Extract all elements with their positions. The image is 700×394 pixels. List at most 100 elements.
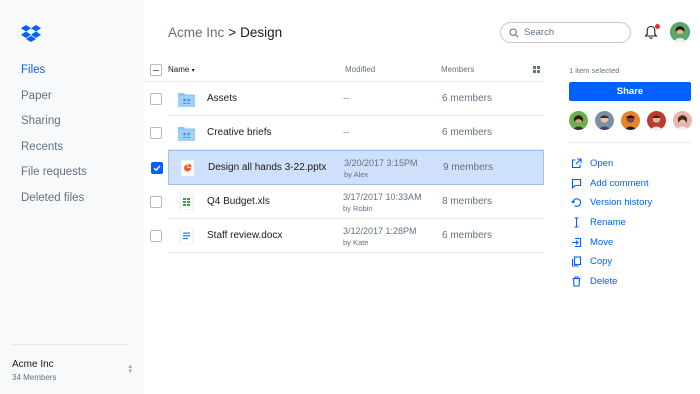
file-modified-by: by Robin [343,203,373,213]
file-name[interactable]: Creative briefs [207,127,271,138]
action-move-label: Move [590,236,614,248]
file-modified-by: by Alex [344,170,369,180]
member-avatar[interactable] [595,111,614,130]
file-modified: -- [343,127,349,137]
file-modified: 3/17/2017 10:33AM by Robin [343,192,422,213]
checkmark-icon [153,165,161,172]
file-members: 6 members [442,229,493,241]
search-box[interactable] [500,22,631,43]
row-checkbox-checked[interactable] [151,162,163,175]
member-avatars [569,111,692,130]
column-header-name[interactable]: Name ▾ [168,65,195,74]
file-modified-by: by Kate [343,237,369,247]
team-member-count: 34 Members [12,373,57,382]
row-checkbox[interactable] [150,195,162,208]
open-external-icon [571,158,582,169]
team-name: Acme Inc [12,359,54,370]
file-name[interactable]: Staff review.docx [207,230,282,241]
file-list: Name ▾ Modified Members Assets -- 6 memb… [144,58,544,253]
file-modified-date: -- [343,127,349,138]
action-open[interactable]: Open [571,154,652,174]
file-name[interactable]: Assets [207,93,237,104]
selection-count: 1 item selected [569,66,620,75]
action-add-comment-label: Add comment [590,177,649,189]
breadcrumb-separator: > [228,25,237,40]
search-input[interactable] [524,27,624,38]
file-modified-date: 3/12/2017 1:28PM [343,225,417,236]
sidebar-divider [12,344,128,345]
file-modified-date: 3/20/2017 3:15PM [344,158,418,169]
file-row[interactable]: Creative briefs -- 6 members [150,116,544,151]
action-version-history-label: Version history [590,197,653,209]
file-members: 6 members [442,93,493,104]
sidebar-item-sharing[interactable]: Sharing [21,114,87,140]
rename-cursor-icon [574,217,579,228]
shared-folder-icon [178,93,195,107]
file-modified-date: -- [343,93,349,103]
notification-dot [655,24,660,29]
copy-icon [571,256,582,267]
row-checkbox[interactable] [150,93,162,105]
grid-view-icon[interactable] [533,66,540,73]
column-header-name-label: Name [168,65,190,74]
powerpoint-file-icon [180,160,195,177]
file-row[interactable]: Assets -- 6 members [150,82,544,117]
file-modified-date: 3/17/2017 10:33AM [343,191,422,202]
action-open-label: Open [590,158,614,170]
share-button[interactable]: Share [569,82,691,101]
sidebar-item-recents[interactable]: Recents [21,140,87,166]
sidebar-nav: Files Paper Sharing Recents File request… [21,63,87,217]
file-modified: 3/12/2017 1:28PM by Kate [343,226,417,247]
history-icon [571,198,582,208]
sidebar-item-file-requests[interactable]: File requests [21,165,87,191]
document-file-icon [179,227,194,244]
action-rename[interactable]: Rename [571,213,652,233]
dropbox-logo-icon[interactable] [21,24,41,42]
member-avatar[interactable] [647,111,666,130]
file-actions: Open Add comment Version history Rename … [571,154,652,291]
file-modified: 3/20/2017 3:15PM by Alex [344,158,418,179]
sidebar: Files Paper Sharing Recents File request… [0,0,144,394]
breadcrumb: Acme Inc > Design [168,25,282,40]
action-move[interactable]: Move [571,232,652,252]
file-members: 8 members [442,195,493,207]
team-switcher[interactable]: Acme Inc 34 Members ▴ ▾ [12,359,132,382]
file-name[interactable]: Q4 Budget.xls [207,196,270,207]
sidebar-item-files[interactable]: Files [21,63,87,89]
panel-divider [569,142,691,143]
member-avatar[interactable] [569,111,588,130]
file-row-selected[interactable]: Design all hands 3-22.pptx 3/20/2017 3:1… [151,150,544,185]
column-header-members[interactable]: Members [441,65,474,74]
action-delete-label: Delete [590,275,618,287]
user-avatar[interactable] [670,22,690,42]
action-copy[interactable]: Copy [571,252,652,272]
member-avatar[interactable] [673,111,692,130]
sort-down-icon: ▾ [191,68,195,74]
action-version-history[interactable]: Version history [571,193,652,213]
file-row[interactable]: Staff review.docx 3/12/2017 1:28PM by Ka… [150,219,544,253]
column-header-modified[interactable]: Modified [345,65,375,74]
action-delete[interactable]: Delete [571,272,652,292]
sidebar-item-deleted-files[interactable]: Deleted files [21,191,87,217]
select-all-checkbox[interactable] [150,64,162,76]
action-copy-label: Copy [590,256,613,268]
action-rename-label: Rename [590,217,626,229]
spreadsheet-file-icon [179,193,194,210]
trash-icon [572,276,581,287]
breadcrumb-parent[interactable]: Acme Inc [168,25,224,40]
sidebar-item-paper[interactable]: Paper [21,89,87,115]
file-name[interactable]: Design all hands 3-22.pptx [208,162,326,173]
action-add-comment[interactable]: Add comment [571,174,652,194]
file-row[interactable]: Q4 Budget.xls 3/17/2017 10:33AM by Robin… [150,185,544,219]
shared-folder-icon [178,127,195,142]
file-modified: -- [343,93,349,103]
row-checkbox[interactable] [150,127,162,140]
file-list-header: Name ▾ Modified Members [144,58,544,82]
row-checkbox[interactable] [150,229,162,242]
breadcrumb-current: Design [240,25,283,40]
comment-icon [571,178,582,189]
member-avatar[interactable] [621,111,640,130]
search-icon [509,27,519,38]
file-members: 9 members [443,162,494,174]
file-members: 6 members [442,127,493,139]
